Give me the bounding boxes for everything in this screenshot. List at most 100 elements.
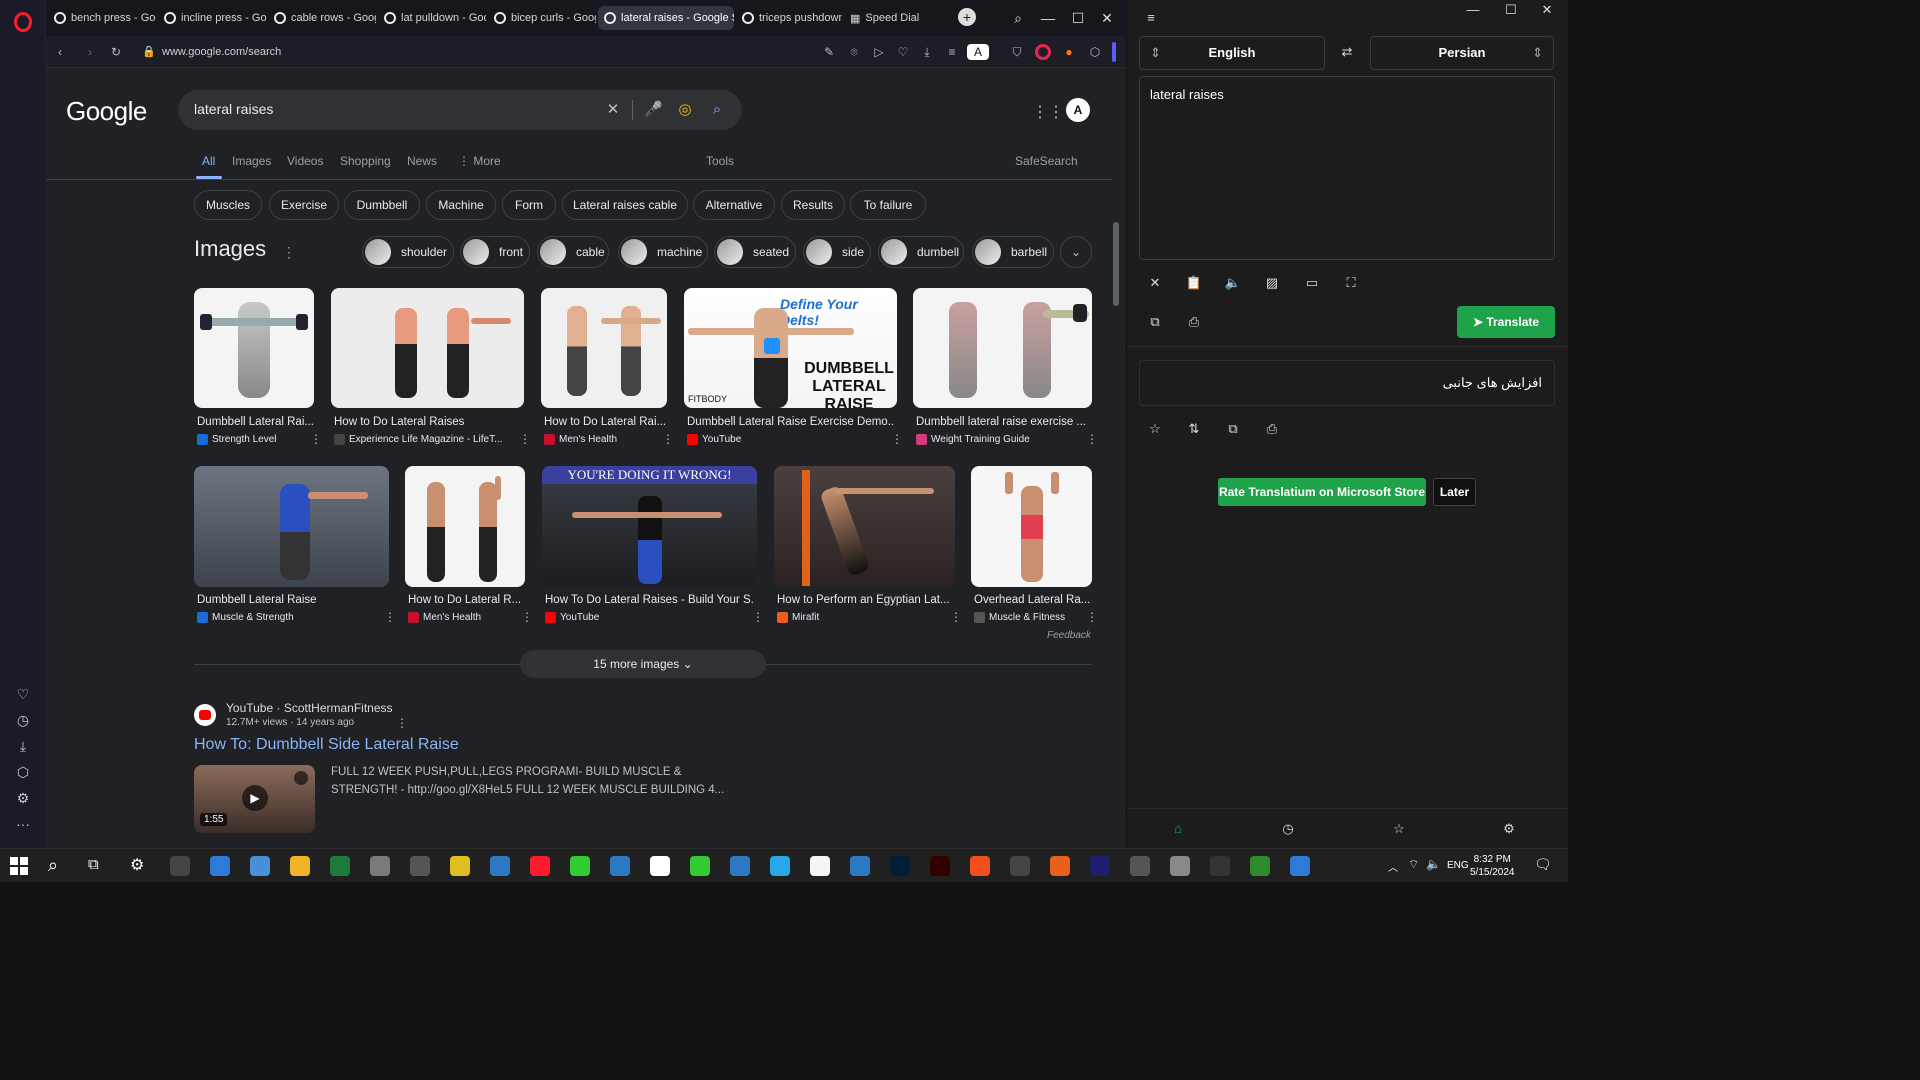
wifi-icon[interactable]: ⌔ (1408, 857, 1419, 872)
image-result-thumbnail[interactable] (194, 288, 314, 408)
image-result-title[interactable]: How To Do Lateral Raises - Build Your S.… (545, 594, 755, 606)
windows-start-icon[interactable] (10, 857, 28, 875)
taskbar-app-icon[interactable] (1090, 856, 1110, 876)
history-icon[interactable]: ◷ (1278, 819, 1298, 839)
google-logo[interactable]: Google (66, 96, 147, 127)
account-avatar[interactable]: A (1066, 98, 1090, 122)
taskbar-app-icon[interactable] (850, 856, 870, 876)
image-icon[interactable]: ▨ (1262, 273, 1282, 293)
gear-icon[interactable]: ⚙ (13, 788, 33, 808)
result-source[interactable]: YouTube · ScottHermanFitness (226, 701, 393, 715)
tab-images[interactable]: Images (232, 154, 271, 168)
back-icon[interactable]: ‹ (52, 44, 68, 60)
filter-chip[interactable]: Results (781, 190, 845, 220)
image-result-source[interactable]: Men's Health (544, 434, 617, 445)
image-result-thumbnail[interactable] (331, 288, 524, 408)
extension-icon[interactable]: ● (1061, 44, 1077, 60)
image-result-title[interactable]: How to Do Lateral R... (408, 594, 524, 606)
download-icon[interactable]: ⤓ (13, 736, 33, 756)
more-options-icon[interactable]: ⋮ (662, 432, 674, 446)
screen-icon[interactable]: ▭ (1302, 273, 1322, 293)
chevron-up-icon[interactable]: ︿ (1388, 859, 1398, 874)
filter-chip[interactable]: Muscles (194, 190, 262, 220)
settings-icon[interactable]: ⚙ (130, 855, 144, 875)
image-result-source[interactable]: Weight Training Guide (916, 434, 1030, 445)
clear-icon[interactable]: ✕ (604, 101, 622, 119)
tab-news[interactable]: News (407, 154, 437, 168)
taskbar-app-icon[interactable] (650, 856, 670, 876)
profile-icon[interactable]: A (967, 44, 989, 60)
tab-more[interactable]: ⋮ More (458, 154, 501, 168)
image-result-thumbnail[interactable]: YOU'RE DOING IT WRONG! (542, 466, 757, 587)
image-result-title[interactable]: Dumbbell Lateral Rai... (197, 416, 313, 428)
menu-icon[interactable]: ≡ (944, 44, 960, 60)
image-result-source[interactable]: Mirafit (777, 612, 819, 623)
speaker-icon[interactable]: 🔈 (1223, 273, 1243, 293)
translate-button[interactable]: ➤ Translate (1457, 306, 1555, 338)
heart-icon[interactable]: ♡ (13, 684, 33, 704)
taskbar-app-icon[interactable] (290, 856, 310, 876)
result-title-link[interactable]: How To: Dumbbell Side Lateral Raise (194, 736, 459, 754)
taskbar-app-icon[interactable] (770, 856, 790, 876)
image-chip[interactable]: barbell (972, 236, 1054, 268)
target-language-select[interactable]: Persian ⇕ (1370, 36, 1554, 70)
more-options-icon[interactable]: ⋮ (519, 432, 531, 446)
image-result-thumbnail[interactable] (913, 288, 1092, 408)
more-options-icon[interactable]: ⋮ (891, 432, 903, 446)
more-icon[interactable]: ··· (13, 814, 33, 834)
taskbar-app-icon[interactable] (730, 856, 750, 876)
tab-all[interactable]: All (202, 154, 215, 168)
taskbar-app-icon[interactable] (1170, 856, 1190, 876)
reload-icon[interactable]: ↻ (108, 44, 124, 60)
filter-chip[interactable]: To failure (850, 190, 926, 220)
more-images-button[interactable]: 15 more images ⌄ (520, 650, 766, 678)
search-icon[interactable]: ⌕ (708, 101, 726, 119)
image-result-title[interactable]: How to Do Lateral Rai... (544, 416, 666, 428)
scrollbar-thumb[interactable] (1113, 222, 1119, 306)
image-result-thumbnail[interactable] (194, 466, 389, 587)
taskbar-app-icon[interactable] (610, 856, 630, 876)
extensions-cube-icon[interactable]: ⬡ (1087, 44, 1103, 60)
image-result-title[interactable]: Dumbbell lateral raise exercise ... (916, 416, 1092, 428)
filter-chip[interactable]: Machine (426, 190, 496, 220)
taskbar-app-icon[interactable] (1130, 856, 1150, 876)
image-result-source[interactable]: Muscle & Fitness (974, 612, 1065, 623)
clipboard-icon[interactable]: 📋 (1184, 273, 1204, 293)
shield-icon[interactable]: ⛉ (1009, 44, 1025, 60)
taskbar-app-icon[interactable] (210, 856, 230, 876)
extension-icon[interactable] (1035, 44, 1051, 60)
rate-app-button[interactable]: Rate Translatium on Microsoft Store (1218, 478, 1426, 506)
cube-icon[interactable]: ⬡ (13, 762, 33, 782)
tab-shopping[interactable]: Shopping (340, 154, 391, 168)
image-result-title[interactable]: Dumbbell Lateral Raise Exercise Demo... (687, 416, 895, 428)
youtube-icon[interactable] (194, 704, 216, 726)
tab[interactable]: bicep curls - Google (488, 6, 596, 30)
more-options-icon[interactable]: ⋮ (1086, 610, 1098, 624)
image-result-source[interactable]: Experience Life Magazine - LifeT... (334, 434, 514, 445)
search-box[interactable]: lateral raises ✕ 🎤 ◎ ⌕ (178, 90, 742, 130)
forward-icon[interactable]: › (82, 44, 98, 60)
copy-icon[interactable]: ⧉ (1223, 419, 1243, 439)
image-chip[interactable]: cable (537, 236, 609, 268)
image-result-source[interactable]: Strength Level (197, 434, 277, 445)
taskbar-app-icon[interactable] (930, 856, 950, 876)
close-icon[interactable]: ✕ (1097, 8, 1117, 28)
more-options-icon[interactable]: ⋮ (950, 610, 962, 624)
image-result-thumbnail[interactable] (405, 466, 525, 587)
video-thumbnail[interactable]: ▶ 1:55 (194, 765, 315, 833)
later-button[interactable]: Later (1433, 478, 1476, 506)
notifications-icon[interactable]: 🗨 (1534, 856, 1552, 873)
opera-logo-icon[interactable] (14, 12, 32, 32)
taskbar-app-icon[interactable] (490, 856, 510, 876)
image-result-thumbnail[interactable] (774, 466, 955, 587)
search-icon[interactable]: ⌕ (48, 855, 58, 876)
url-field[interactable]: 🔒 www.google.com/search (132, 40, 812, 64)
clear-icon[interactable]: ✕ (1145, 273, 1165, 293)
swap-vertical-icon[interactable]: ⇅ (1184, 419, 1204, 439)
microphone-icon[interactable]: 🎤 (644, 101, 663, 119)
minimize-icon[interactable]: — (1038, 8, 1058, 28)
scrollbar[interactable] (1112, 70, 1120, 846)
image-chip[interactable]: dumbell (878, 236, 964, 268)
image-result-thumbnail[interactable]: Define Your Delts! DUMBBELL LATERAL RAISE… (684, 288, 897, 408)
translation-input[interactable]: lateral raises (1139, 76, 1555, 260)
